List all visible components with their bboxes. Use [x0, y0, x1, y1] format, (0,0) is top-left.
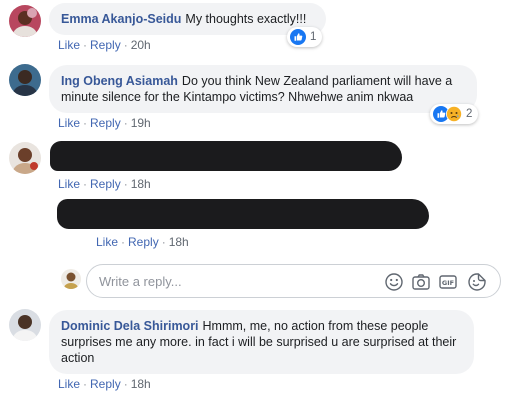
reaction-summary[interactable]: 1 — [287, 27, 323, 47]
separator: · — [123, 116, 128, 130]
redacted-reply — [57, 199, 429, 229]
separator: · — [123, 38, 128, 52]
separator: · — [83, 38, 88, 52]
separator: · — [83, 116, 88, 130]
reply-link[interactable]: Reply — [90, 38, 121, 52]
timestamp[interactable]: 20h — [131, 38, 151, 52]
comment-bubble: Ing Obeng Asiamah Do you think New Zealan… — [49, 65, 477, 113]
svg-text:GIF: GIF — [442, 279, 454, 287]
comment-bubble: Dominic Dela Shirimori Hmmm, me, no actio… — [49, 310, 474, 374]
sticker-icon[interactable] — [467, 272, 487, 292]
reply-link[interactable]: Reply — [90, 177, 121, 191]
avatar[interactable] — [9, 64, 41, 96]
like-link[interactable]: Like — [58, 38, 80, 52]
reply-input[interactable] — [88, 266, 378, 296]
avatar[interactable] — [9, 309, 41, 341]
like-reaction-icon — [290, 29, 306, 45]
separator: · — [123, 377, 128, 391]
current-user-avatar — [61, 269, 81, 289]
separator: · — [121, 235, 126, 249]
separator: · — [83, 177, 88, 191]
comment-actions: Like · Reply · 20h — [58, 38, 151, 52]
timestamp[interactable]: 18h — [131, 177, 151, 191]
timestamp[interactable]: 19h — [131, 116, 151, 130]
timestamp[interactable]: 18h — [169, 235, 189, 249]
separator: · — [83, 377, 88, 391]
comment-author[interactable]: Dominic Dela Shirimori — [61, 319, 199, 333]
reaction-count: 2 — [466, 108, 473, 120]
reaction-summary[interactable]: 2 — [430, 104, 479, 124]
comment-bubble: Emma Akanjo-Seidu My thoughts exactly!!! — [49, 3, 326, 35]
like-link[interactable]: Like — [58, 177, 80, 191]
comment-author[interactable]: Emma Akanjo-Seidu — [61, 12, 181, 26]
comment-author[interactable]: Ing Obeng Asiamah — [61, 74, 178, 88]
emoji-icon[interactable] — [384, 272, 404, 292]
gif-icon[interactable]: GIF — [438, 272, 458, 292]
reply-actions: Like · Reply · 18h — [96, 235, 189, 249]
comment-actions: Like · Reply · 18h — [58, 377, 151, 391]
separator: · — [123, 177, 128, 191]
sad-reaction-icon — [446, 106, 462, 122]
like-link[interactable]: Like — [96, 235, 118, 249]
camera-icon[interactable] — [411, 272, 431, 292]
comment-actions: Like · Reply · 18h — [58, 177, 151, 191]
like-link[interactable]: Like — [58, 377, 80, 391]
like-link[interactable]: Like — [58, 116, 80, 130]
timestamp[interactable]: 18h — [131, 377, 151, 391]
redacted-comment — [50, 141, 402, 171]
reply-composer: GIF — [86, 264, 501, 298]
comment-actions: Like · Reply · 19h — [58, 116, 151, 130]
avatar[interactable] — [9, 5, 41, 37]
separator: · — [161, 235, 166, 249]
comment-text: My thoughts exactly!!! — [185, 12, 307, 26]
reply-link[interactable]: Reply — [90, 116, 121, 130]
reaction-count: 1 — [310, 31, 317, 43]
reply-link[interactable]: Reply — [128, 235, 159, 249]
avatar[interactable] — [9, 142, 41, 174]
reply-link[interactable]: Reply — [90, 377, 121, 391]
